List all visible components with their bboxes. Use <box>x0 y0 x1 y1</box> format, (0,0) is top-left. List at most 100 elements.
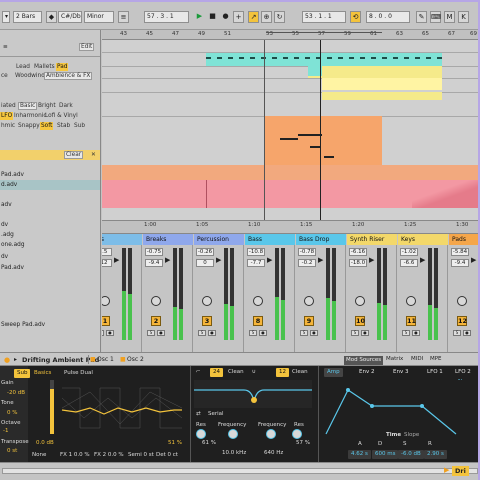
solo-button[interactable]: S <box>198 330 206 336</box>
category-pad[interactable]: Pad <box>56 63 69 71</box>
freq-value[interactable]: 10.0 kHz <box>222 450 246 456</box>
clip-riser[interactable] <box>322 78 442 90</box>
list-item[interactable]: adv <box>0 200 100 210</box>
quantize-arrow[interactable]: ▾ <box>2 11 10 23</box>
track-name[interactable]: Keys <box>398 234 448 245</box>
res2-value[interactable]: 57 % <box>296 440 310 446</box>
volume-value[interactable]: -9.4 <box>451 259 469 267</box>
volume-value[interactable]: -12 <box>102 259 112 267</box>
tag-soft[interactable]: Soft <box>40 122 54 130</box>
arm-button[interactable]: ● <box>106 330 114 336</box>
freq2-knob[interactable] <box>266 429 276 439</box>
env-tab-amp[interactable]: Amp <box>324 368 343 377</box>
volume-value[interactable]: -6.6 <box>400 259 418 267</box>
scale-select[interactable]: Minor <box>84 11 114 23</box>
octave-value[interactable]: -1 <box>3 428 8 434</box>
volume-value[interactable]: -0.2 <box>298 259 316 267</box>
send-knob[interactable] <box>304 296 314 306</box>
track-name[interactable]: Percussion <box>194 234 244 245</box>
filter2-type[interactable]: Clean <box>292 369 308 375</box>
track-activator[interactable]: 8 <box>253 316 263 326</box>
freq-knob[interactable] <box>228 429 238 439</box>
sub-toggle[interactable]: Sub <box>14 369 31 378</box>
mod-tab-midi[interactable]: MIDI <box>411 356 423 362</box>
list-item-selected[interactable]: d.adv <box>0 180 100 190</box>
close-filter-icon[interactable]: ✕ <box>90 151 97 159</box>
pan-value[interactable]: -0.26 <box>196 248 214 256</box>
draw-mode-icon[interactable]: ✎ <box>416 11 427 23</box>
solo-button[interactable]: S <box>402 330 410 336</box>
fader-handle-icon[interactable]: ▶ <box>216 256 221 264</box>
osc-none[interactable]: None <box>32 452 46 458</box>
quantize-select[interactable]: 2 Bars <box>13 11 42 23</box>
list-item[interactable]: Pad.adv <box>0 263 100 273</box>
filter2-shape-icon[interactable]: ∪ <box>252 369 256 375</box>
send-knob[interactable] <box>406 296 416 306</box>
track-activator[interactable]: 2 <box>151 316 161 326</box>
osc-tab-1[interactable]: Osc 1 <box>97 356 114 363</box>
track-activator[interactable]: 10 <box>355 316 365 326</box>
keyboard-icon[interactable]: ⌨ <box>430 11 441 23</box>
track-activator[interactable]: 11 <box>406 316 416 326</box>
list-item[interactable]: Sweep Pad.adv <box>0 320 100 330</box>
volume-value[interactable]: 0 <box>196 259 214 267</box>
tag-stab[interactable]: Stab <box>56 122 71 130</box>
clip-keys-pattern[interactable] <box>206 53 442 66</box>
osc-width[interactable]: 51 % <box>168 440 182 446</box>
record-icon[interactable]: ● <box>220 11 231 23</box>
det-value[interactable]: Det 0 ct <box>156 452 178 458</box>
clip-synth[interactable] <box>308 66 442 78</box>
attack-value[interactable]: 4.62 s <box>348 450 371 459</box>
list-item[interactable]: dv <box>0 220 100 230</box>
track-activator[interactable]: 9 <box>304 316 314 326</box>
arm-button[interactable]: ● <box>310 330 318 336</box>
track-activator[interactable]: 1 <box>102 316 110 326</box>
tone-value[interactable]: 0 % <box>7 410 17 416</box>
loop-start-display[interactable]: 53 . 1 . 1 <box>302 11 346 23</box>
volume-value[interactable]: -18.0 <box>349 259 367 267</box>
arm-button[interactable]: ● <box>157 330 165 336</box>
env-tab-2[interactable]: Env 2 <box>356 368 377 377</box>
arm-button[interactable]: ● <box>412 330 420 336</box>
fader-handle-icon[interactable]: ▶ <box>165 256 170 264</box>
serial-label[interactable]: Serial <box>208 411 224 417</box>
fader-handle-icon[interactable]: ▶ <box>420 256 425 264</box>
send-knob[interactable] <box>457 296 467 306</box>
fader-handle-icon[interactable]: ▶ <box>471 256 476 264</box>
loop-toggle-icon[interactable]: ⟲ <box>350 11 361 23</box>
loop-icon[interactable]: ↻ <box>274 11 285 23</box>
freq2-value[interactable]: 640 Hz <box>264 450 283 456</box>
solo-button[interactable]: S <box>453 330 461 336</box>
res2-knob[interactable] <box>292 429 302 439</box>
mod-tab-sources[interactable]: Mod Sources <box>344 356 384 365</box>
osc-level-slider[interactable] <box>50 380 54 434</box>
filter1-type[interactable]: Clean <box>228 369 244 375</box>
serial-icon[interactable]: ⇄ <box>196 411 201 417</box>
follow-icon[interactable]: ≡ <box>118 11 129 23</box>
lfo-tab-1[interactable]: LFO 1 <box>424 368 446 377</box>
send-knob[interactable] <box>151 296 161 306</box>
sustain-value[interactable]: -6.0 dB <box>398 450 424 459</box>
tag-inharmonic[interactable]: Inharmonic <box>13 112 48 120</box>
track-name[interactable]: Breaks <box>143 234 193 245</box>
osc-mode[interactable]: Basics <box>34 370 51 376</box>
semi-value[interactable]: Semi 0 st <box>128 452 154 458</box>
list-item[interactable]: Pad.adv <box>0 170 100 180</box>
list-item[interactable]: one.adg <box>0 240 100 250</box>
loop-length-display[interactable]: 8 . 0 . 0 <box>366 11 410 23</box>
send-knob[interactable] <box>202 296 212 306</box>
list-item[interactable]: dv <box>0 252 100 262</box>
arm-button[interactable]: ● <box>361 330 369 336</box>
send-knob[interactable] <box>355 296 365 306</box>
decay-value[interactable]: 600 ms <box>372 450 399 459</box>
track-activator[interactable]: 12 <box>457 316 467 326</box>
fader-handle-icon[interactable]: ▶ <box>114 256 119 264</box>
status-track-label[interactable]: Dri <box>452 466 469 476</box>
track-activator[interactable]: 3 <box>202 316 212 326</box>
fader-handle-icon[interactable]: ▶ <box>318 256 323 264</box>
fader-handle-icon[interactable]: ▶ <box>369 256 374 264</box>
play-icon[interactable]: ▶ <box>194 11 205 23</box>
clip-riser-2[interactable] <box>322 92 442 100</box>
volume-value[interactable]: -7.7 <box>247 259 265 267</box>
track-name[interactable]: Synth Riser <box>347 234 397 245</box>
